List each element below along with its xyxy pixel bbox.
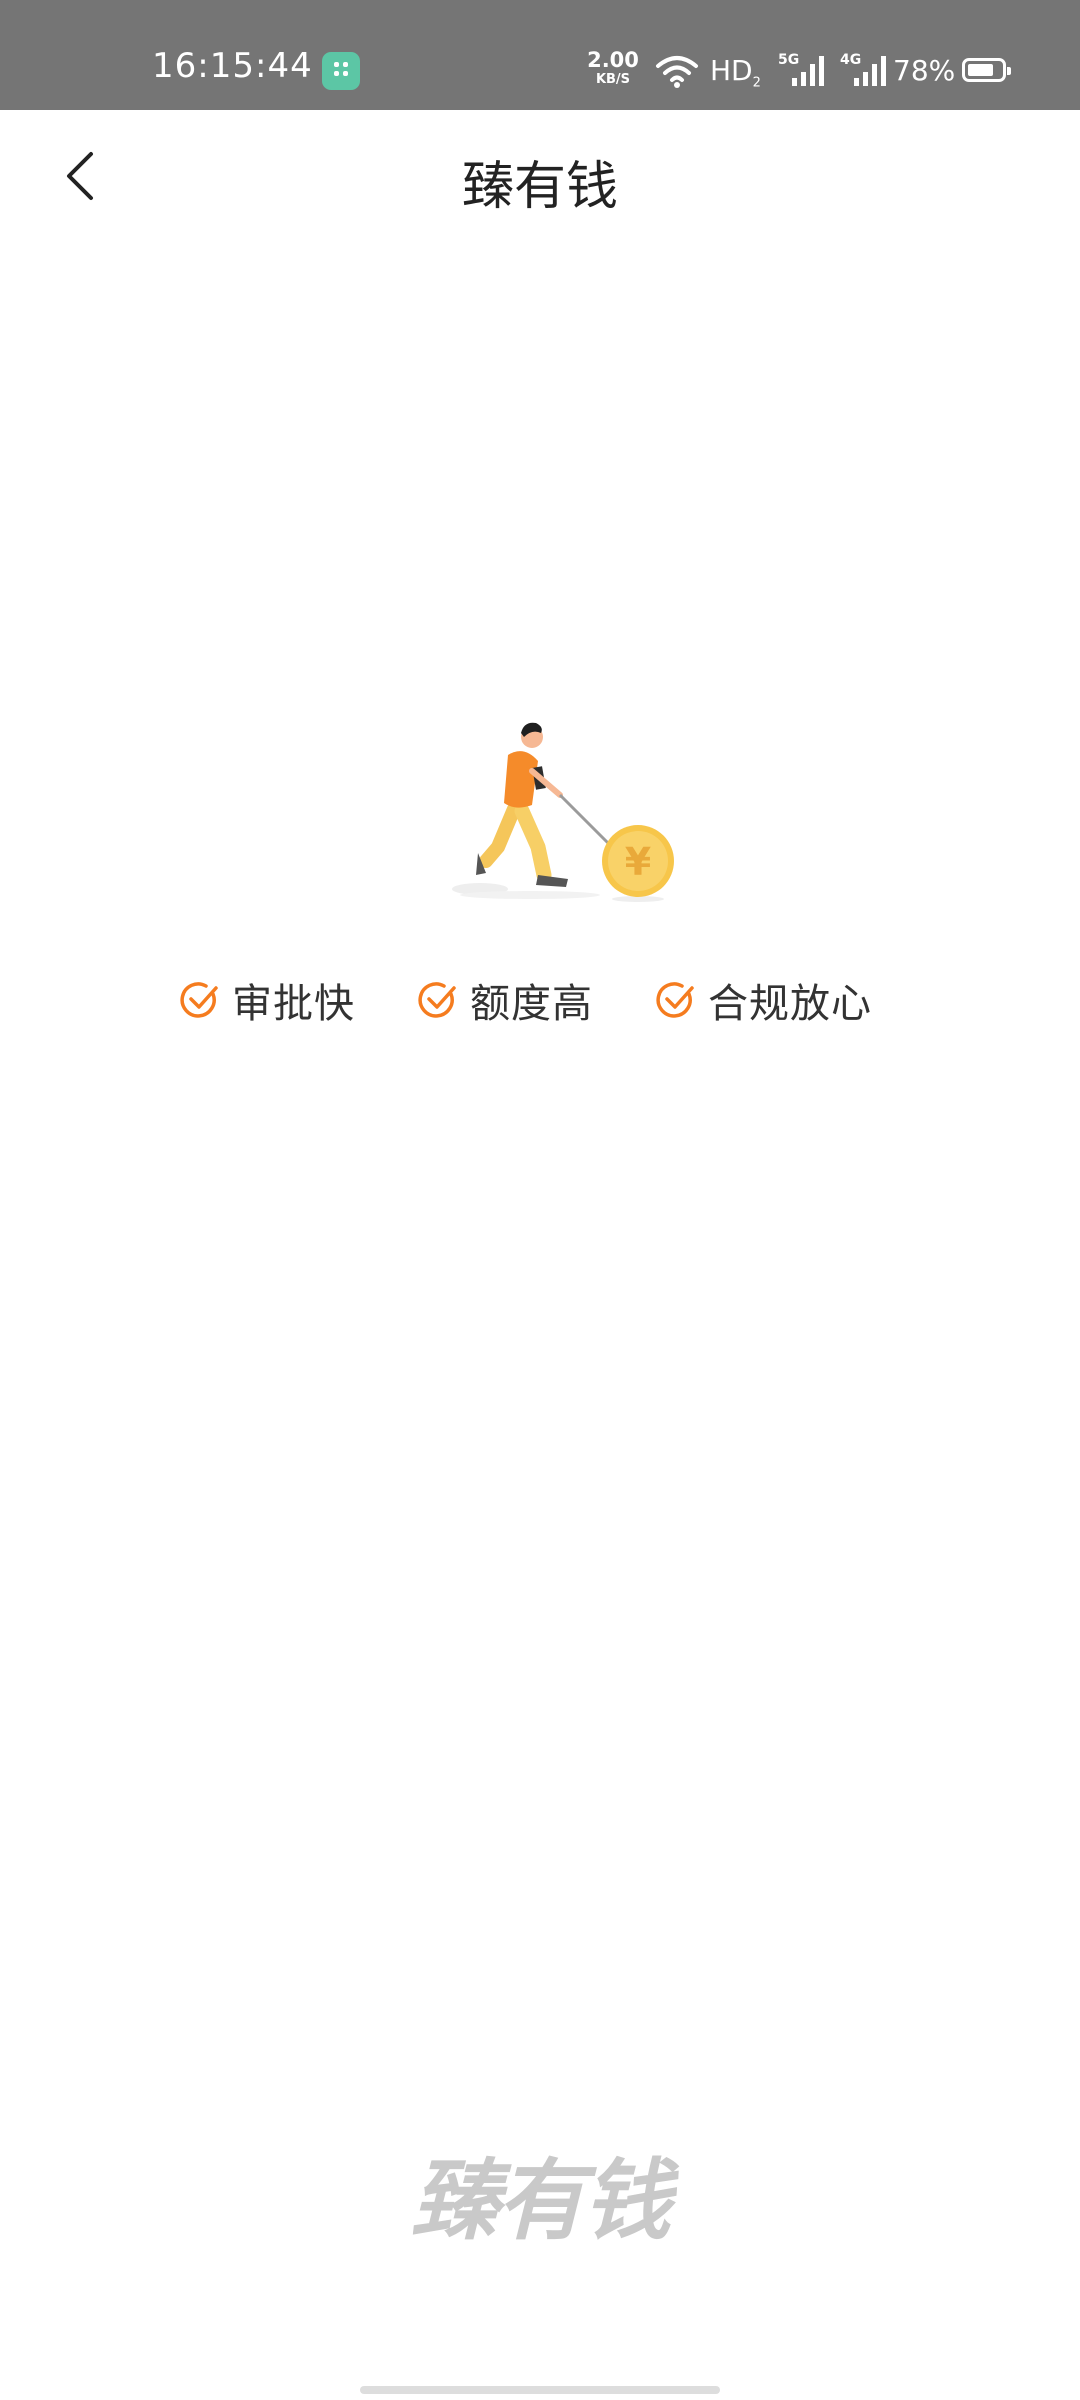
hd-sub: 2 [752,75,761,91]
page-title: 臻有钱 [461,157,618,217]
wifi-icon [656,56,698,88]
notification-app-icon [322,52,360,90]
feature-label: 额度高 [470,981,593,1027]
feature-item-compliant: 合规放心 [656,972,872,1028]
home-indicator[interactable] [360,2386,720,2394]
signal-bars-icon [792,56,824,86]
status-time: 16:15:44 [152,46,313,86]
check-circle-icon [418,982,456,1018]
coin-symbol: ¥ [625,840,651,884]
network-speed-value: 2.00 [587,48,639,72]
feature-item-high-limit: 额度高 [418,972,593,1028]
hd-label: HD [710,54,753,87]
status-bar: 16:15:44 2.00 KB/S HD2 5G 4G 78% [0,0,1080,110]
feature-label: 合规放心 [708,981,872,1027]
check-circle-icon [180,982,218,1018]
battery-fill [968,64,993,76]
check-circle-icon [656,982,694,1018]
battery-icon [962,58,1011,82]
signal-bars-icon [854,56,886,86]
brand-logo: 臻有钱 [410,2149,671,2252]
network-speed: 2.00 KB/S [585,48,641,87]
battery-percent: 78% [893,54,956,87]
person-rolling-coin-illustration: ¥ [452,722,674,902]
hd-indicator: HD2 [710,54,761,91]
feature-item-fast-approval: 审批快 [180,972,355,1028]
feature-label: 审批快 [232,981,355,1027]
network-speed-unit: KB/S [595,72,631,87]
